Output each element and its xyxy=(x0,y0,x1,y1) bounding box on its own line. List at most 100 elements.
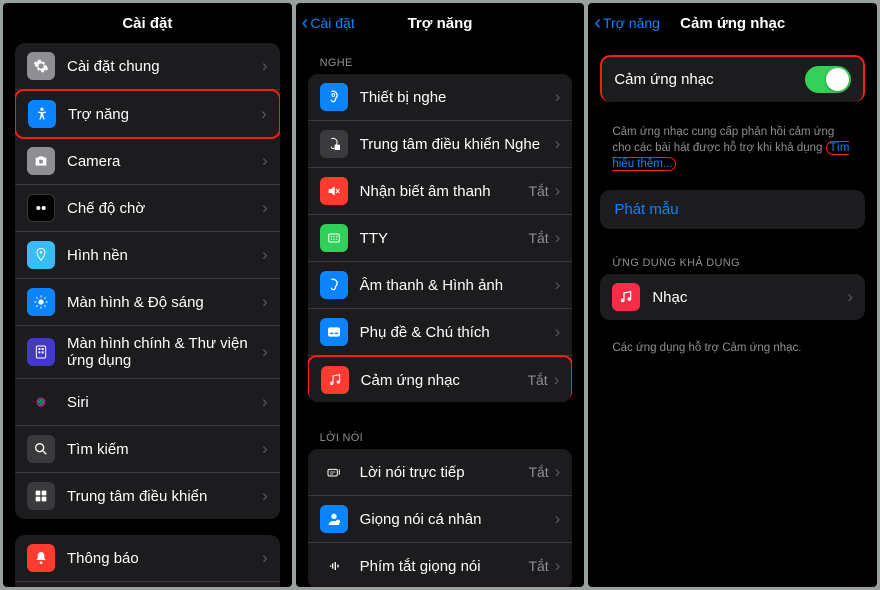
music-haptics-toggle-row[interactable]: Cảm ứng nhạc xyxy=(600,55,865,102)
hearcc-icon xyxy=(320,130,348,158)
row-label: Nhạc xyxy=(652,289,847,306)
chevron-right-icon: › xyxy=(555,462,561,482)
chevron-right-icon: › xyxy=(847,287,853,307)
chevron-right-icon: › xyxy=(555,181,561,201)
chevron-right-icon: › xyxy=(262,392,268,412)
row-label: Cài đặt chung xyxy=(67,58,262,75)
phone-accessibility: ‹ Cài đặt Trợ năng NGHE Thiết bị nghe›Tr… xyxy=(296,3,585,587)
settings-row-livespeech[interactable]: Lời nói trực tiếpTắt› xyxy=(308,449,573,496)
apps-group: Nhạc› xyxy=(600,274,865,320)
description-text: Cảm ứng nhạc cung cấp phản hồi cảm ứng c… xyxy=(600,118,865,172)
chevron-right-icon: › xyxy=(555,322,561,342)
back-button[interactable]: ‹ Trợ năng xyxy=(594,13,660,33)
back-label: Cài đặt xyxy=(310,15,354,31)
settings-row-standby[interactable]: Chế độ chờ› xyxy=(15,185,280,232)
play-sample-button[interactable]: Phát mẫu xyxy=(600,190,865,229)
audiovisual-icon xyxy=(320,271,348,299)
back-button[interactable]: ‹ Cài đặt xyxy=(302,13,355,33)
display-icon xyxy=(27,288,55,316)
settings-row-music[interactable]: Nhạc› xyxy=(600,274,865,320)
settings-row-soundrec[interactable]: Nhận biết âm thanhTắt › xyxy=(308,168,573,215)
toggle-group: Cảm ứng nhạc xyxy=(600,55,865,102)
page-title: Trợ năng xyxy=(408,15,473,32)
speech-group: Lời nói trực tiếpTắt›Giọng nói cá nhân›P… xyxy=(308,449,573,587)
content: Cảm ứng nhạc Cảm ứng nhạc cung cấp phản … xyxy=(588,43,877,587)
chevron-right-icon: › xyxy=(555,275,561,295)
soundrec-icon xyxy=(320,177,348,205)
camera-icon xyxy=(27,147,55,175)
page-title: Cài đặt xyxy=(122,15,172,32)
chevron-left-icon: ‹ xyxy=(302,13,309,33)
ear-icon xyxy=(320,83,348,111)
chevron-right-icon: › xyxy=(262,151,268,171)
settings-row-wallpaper[interactable]: Hình nền› xyxy=(15,232,280,279)
subtitle-icon xyxy=(320,318,348,346)
siri-icon xyxy=(27,388,55,416)
row-value: Tắt xyxy=(528,183,548,199)
back-label: Trợ năng xyxy=(603,15,660,31)
settings-row-sound[interactable]: Âm thanh & Cảm ứng› xyxy=(15,582,280,587)
settings-row-subtitle[interactable]: Phụ đề & Chú thích› xyxy=(308,309,573,356)
footer-text: Các ứng dụng hỗ trợ Cảm ứng nhạc. xyxy=(600,336,865,360)
row-label: Chế độ chờ xyxy=(67,200,262,217)
row-label: Siri xyxy=(67,394,262,411)
settings-row-camera[interactable]: Camera› xyxy=(15,138,280,185)
livespeech-icon xyxy=(320,458,348,486)
notification-icon xyxy=(27,544,55,572)
row-label: Phụ đề & Chú thích xyxy=(360,324,555,341)
standby-icon xyxy=(27,194,55,222)
accessibility-icon xyxy=(28,100,56,128)
row-label: Nhận biết âm thanh xyxy=(360,183,529,200)
settings-row-display[interactable]: Màn hình & Độ sáng› xyxy=(15,279,280,326)
settings-row-homescreen[interactable]: Màn hình chính & Thư viện ứng dụng› xyxy=(15,326,280,379)
row-label: Giọng nói cá nhân xyxy=(360,511,555,528)
chevron-right-icon: › xyxy=(262,245,268,265)
toggle-knob xyxy=(826,68,849,91)
chevron-right-icon: › xyxy=(261,104,267,124)
settings-row-voiceshortcut[interactable]: Phím tắt giọng nóiTắt› xyxy=(308,543,573,587)
row-label: Thông báo xyxy=(67,550,262,567)
homescreen-icon xyxy=(27,338,55,366)
settings-group-2: Thông báo›Âm thanh & Cảm ứng›Tập trung›T… xyxy=(15,535,280,587)
musichaptic-icon xyxy=(321,366,349,394)
settings-row-tty[interactable]: TTYTắt› xyxy=(308,215,573,262)
settings-row-gear[interactable]: Cài đặt chung› xyxy=(15,43,280,90)
content: NGHE Thiết bị nghe›Trung tâm điều khiển … xyxy=(296,43,585,587)
voiceshortcut-icon xyxy=(320,552,348,580)
page-title: Cảm ứng nhạc xyxy=(680,15,785,32)
row-value: Tắt xyxy=(528,558,548,574)
row-value: Tắt xyxy=(528,464,548,480)
chevron-right-icon: › xyxy=(555,87,561,107)
settings-row-notification[interactable]: Thông báo› xyxy=(15,535,280,582)
row-label: Trung tâm điều khiển Nghe xyxy=(360,136,555,153)
settings-row-musichaptic[interactable]: Cảm ứng nhạcTắt› xyxy=(308,355,573,402)
section-label-speech: LỜI NÓI xyxy=(308,418,573,449)
settings-row-voice[interactable]: Giọng nói cá nhân› xyxy=(308,496,573,543)
voice-icon xyxy=(320,505,348,533)
chevron-right-icon: › xyxy=(262,342,268,362)
row-label: Màn hình chính & Thư viện ứng dụng xyxy=(67,335,262,369)
chevron-right-icon: › xyxy=(555,134,561,154)
controlcenter-icon xyxy=(27,482,55,510)
chevron-right-icon: › xyxy=(262,292,268,312)
settings-row-siri[interactable]: Siri› xyxy=(15,379,280,426)
toggle-label: Cảm ứng nhạc xyxy=(614,71,805,88)
row-label: Trung tâm điều khiển xyxy=(67,488,262,505)
settings-row-hearcc[interactable]: Trung tâm điều khiển Nghe› xyxy=(308,121,573,168)
row-value: Tắt xyxy=(527,372,547,388)
row-label: Âm thanh & Hình ảnh xyxy=(360,277,555,294)
header: ‹ Trợ năng Cảm ứng nhạc xyxy=(588,3,877,43)
settings-row-controlcenter[interactable]: Trung tâm điều khiển› xyxy=(15,473,280,519)
chevron-right-icon: › xyxy=(262,486,268,506)
row-label: Màn hình & Độ sáng xyxy=(67,294,262,311)
header: ‹ Cài đặt Trợ năng xyxy=(296,3,585,43)
settings-row-ear[interactable]: Thiết bị nghe› xyxy=(308,74,573,121)
settings-row-accessibility[interactable]: Trợ năng› xyxy=(15,89,280,139)
wallpaper-icon xyxy=(27,241,55,269)
tty-icon xyxy=(320,224,348,252)
chevron-right-icon: › xyxy=(555,556,561,576)
settings-row-audiovisual[interactable]: Âm thanh & Hình ảnh› xyxy=(308,262,573,309)
toggle-switch[interactable] xyxy=(805,66,851,93)
row-value: Tắt xyxy=(528,230,548,246)
settings-row-search[interactable]: Tìm kiếm› xyxy=(15,426,280,473)
